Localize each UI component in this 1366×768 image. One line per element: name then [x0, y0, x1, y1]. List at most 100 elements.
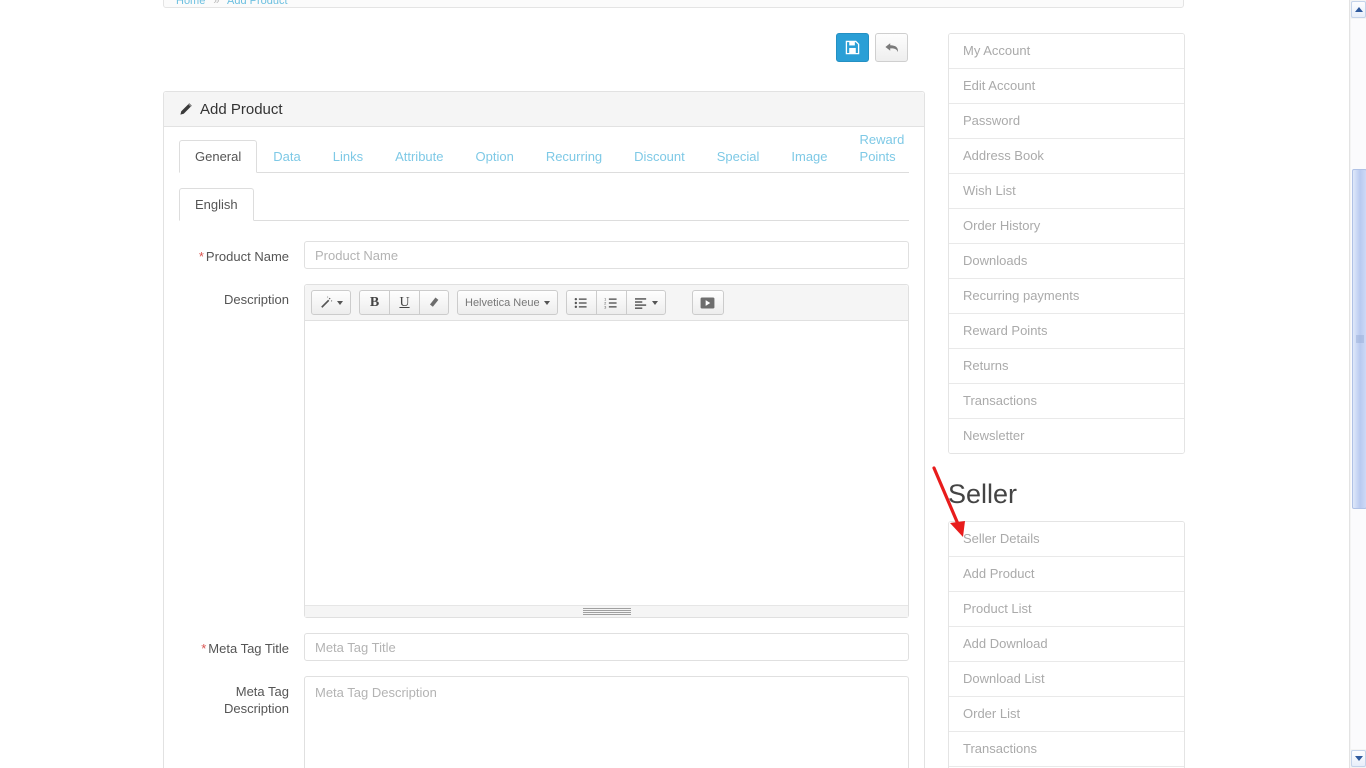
sidebar-item-password[interactable]: Password: [949, 104, 1184, 139]
sidebar-item-product-list[interactable]: Product List: [949, 592, 1184, 627]
tab-language-english-link[interactable]: English: [179, 188, 254, 221]
product-form: *Product Name Description: [179, 241, 909, 768]
sidebar-item-returns[interactable]: Returns: [949, 349, 1184, 384]
editor-group-style: [311, 290, 351, 315]
sidebar-item-my-account[interactable]: My Account: [949, 34, 1184, 69]
meta-tag-description-label: Meta Tag Description: [223, 684, 289, 716]
meta-tag-title-label: * Meta Tag Title: [179, 633, 304, 661]
description-editor: B U Helvetica Neue 1 2 3: [304, 284, 909, 618]
tab-attribute[interactable]: Attribute: [379, 140, 459, 173]
tab-option[interactable]: Option: [460, 140, 530, 173]
scroll-down-arrow-icon[interactable]: [1351, 750, 1366, 767]
tab-image-link[interactable]: Image: [775, 140, 843, 173]
editor-toolbar: B U Helvetica Neue 1 2 3: [305, 285, 908, 321]
meta-tag-title-label-text: Meta Tag Title: [208, 641, 289, 656]
bold-button[interactable]: B: [359, 290, 389, 315]
meta-tag-description-input[interactable]: [304, 676, 909, 768]
meta-tag-title-input[interactable]: [304, 633, 909, 661]
sidebar-item-edit-account[interactable]: Edit Account: [949, 69, 1184, 104]
panel-body: General Data Links Attribute Option Recu…: [164, 127, 924, 768]
editor-group-format: B U: [359, 290, 449, 315]
description-editor-content[interactable]: [305, 321, 908, 605]
save-button[interactable]: [836, 33, 869, 62]
chevron-down-icon: [651, 300, 658, 305]
tab-general-link[interactable]: General: [179, 140, 258, 173]
floppy-disk-icon: [845, 40, 860, 55]
chevron-down-icon: [337, 300, 343, 305]
tab-data[interactable]: Data: [257, 140, 316, 173]
eraser-icon[interactable]: [419, 290, 449, 315]
editor-group-lists: 1 2 3: [565, 290, 666, 315]
breadcrumb-home[interactable]: Home: [176, 0, 205, 7]
form-row-meta-tag-title: * Meta Tag Title: [179, 633, 909, 661]
breadcrumb-current[interactable]: Add Product: [227, 0, 288, 7]
sidebar-item-address-book[interactable]: Address Book: [949, 139, 1184, 174]
vertical-scrollbar[interactable]: [1349, 0, 1366, 768]
form-row-description: Description B U Helvetica Neue 1 2 3: [179, 284, 909, 618]
resize-grip[interactable]: [582, 608, 631, 615]
numbered-list-icon[interactable]: 1 2 3: [595, 290, 626, 315]
tab-language-english[interactable]: English: [179, 188, 254, 221]
bullet-list-icon[interactable]: [565, 290, 596, 315]
align-left-icon[interactable]: [625, 290, 666, 315]
description-label: Description: [223, 292, 289, 307]
sidebar-item-order-history[interactable]: Order History: [949, 209, 1184, 244]
sidebar-item-seller-details[interactable]: Seller Details: [949, 522, 1184, 557]
page-root: Home » Add Product Add Product General D…: [0, 0, 1366, 768]
editor-statusbar: [305, 605, 908, 617]
scroll-up-arrow-icon[interactable]: [1351, 1, 1366, 18]
sidebar-item-recurring-payments[interactable]: Recurring payments: [949, 279, 1184, 314]
magic-wand-icon[interactable]: [311, 290, 351, 315]
sidebar-item-order-list[interactable]: Order List: [949, 697, 1184, 732]
underline-button[interactable]: U: [389, 290, 419, 315]
scrollbar-thumb[interactable]: [1352, 169, 1366, 509]
sidebar-item-transactions-seller[interactable]: Transactions: [949, 732, 1184, 767]
tab-option-link[interactable]: Option: [460, 140, 530, 173]
tab-recurring-link[interactable]: Recurring: [530, 140, 618, 173]
sidebar-item-transactions[interactable]: Transactions: [949, 384, 1184, 419]
tab-image[interactable]: Image: [775, 140, 843, 173]
form-action-buttons: [836, 33, 908, 62]
required-marker: *: [198, 249, 204, 264]
font-family-dropdown[interactable]: Helvetica Neue: [457, 290, 558, 315]
tab-attribute-link[interactable]: Attribute: [379, 140, 459, 173]
form-row-meta-tag-description: Meta Tag Description: [179, 676, 909, 768]
sidebar-item-wish-list[interactable]: Wish List: [949, 174, 1184, 209]
tab-discount[interactable]: Discount: [618, 140, 701, 173]
video-icon[interactable]: [691, 290, 724, 315]
tab-data-link[interactable]: Data: [257, 140, 316, 173]
sidebar-item-download-list[interactable]: Download List: [949, 662, 1184, 697]
product-name-label-text: Product Name: [205, 249, 289, 264]
account-menu: My Account Edit Account Password Address…: [948, 33, 1185, 454]
panel-title: Add Product: [200, 100, 283, 118]
sidebar-item-reward-points[interactable]: Reward Points: [949, 314, 1184, 349]
tab-links-link[interactable]: Links: [317, 140, 379, 173]
required-marker: *: [201, 641, 207, 656]
editor-group-insert: [691, 290, 724, 315]
tab-special[interactable]: Special: [701, 140, 776, 173]
sidebar-item-newsletter[interactable]: Newsletter: [949, 419, 1184, 453]
tab-reward-points-link[interactable]: Reward Points: [844, 123, 921, 173]
reply-arrow-icon: [884, 43, 898, 53]
breadcrumb-separator: »: [213, 0, 220, 7]
tab-general[interactable]: General: [179, 140, 258, 173]
tab-links[interactable]: Links: [317, 140, 379, 173]
font-family-value: Helvetica Neue: [465, 296, 540, 309]
scrollbar-track[interactable]: [1351, 19, 1366, 749]
panel-header: Add Product: [164, 92, 924, 127]
tab-reward-points[interactable]: Reward Points: [844, 123, 921, 173]
tab-discount-link[interactable]: Discount: [618, 140, 701, 173]
sidebar-item-downloads[interactable]: Downloads: [949, 244, 1184, 279]
product-tabs: General Data Links Attribute Option Recu…: [179, 132, 909, 173]
sidebar-item-add-product[interactable]: Add Product: [949, 557, 1184, 592]
back-button[interactable]: [875, 33, 908, 62]
tab-recurring[interactable]: Recurring: [530, 140, 618, 173]
breadcrumb: Home » Add Product: [163, 0, 1184, 8]
tab-special-link[interactable]: Special: [701, 140, 776, 173]
product-name-label: * Product Name: [179, 241, 304, 269]
pencil-icon: [179, 102, 193, 116]
product-name-input[interactable]: [304, 241, 909, 269]
svg-text:3: 3: [604, 304, 607, 308]
language-tabs: English: [179, 188, 909, 221]
sidebar-item-add-download[interactable]: Add Download: [949, 627, 1184, 662]
